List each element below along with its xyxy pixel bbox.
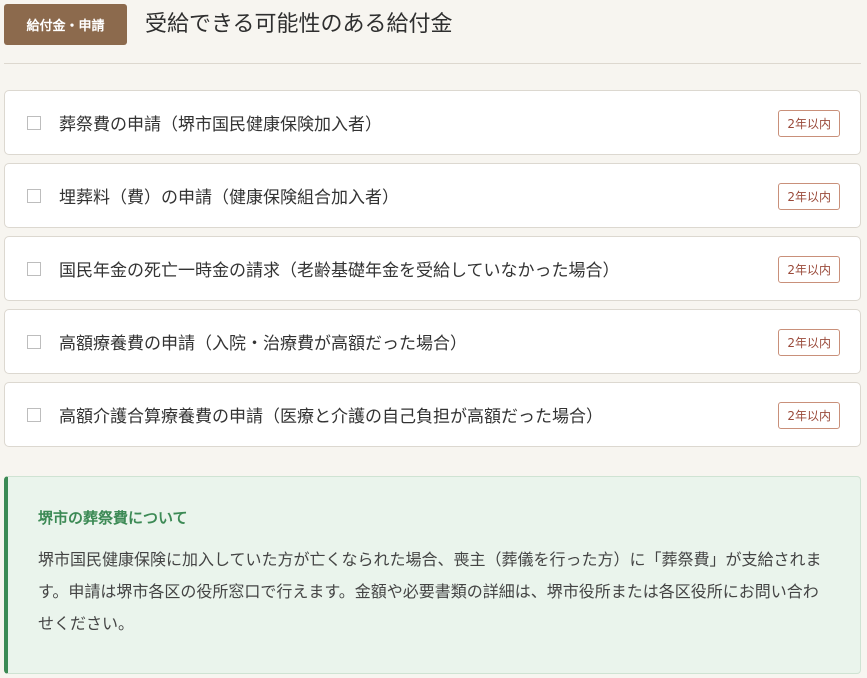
benefit-label: 高額介護合算療養費の申請（医療と介護の自己負担が高額だった場合） xyxy=(59,407,603,427)
section-header: 給付金・申請 受給できる可能性のある給付金 xyxy=(4,4,861,64)
benefit-item-high-cost-medical[interactable]: 高額療養費の申請（入院・治療費が高額だった場合） 2年以内 xyxy=(4,309,861,374)
page-title: 受給できる可能性のある給付金 xyxy=(145,12,453,37)
benefit-label: 国民年金の死亡一時金の請求（老齢基礎年金を受給していなかった場合） xyxy=(59,261,620,281)
benefit-label: 高額療養費の申請（入院・治療費が高額だった場合） xyxy=(59,334,467,354)
info-body: 堺市国民健康保険に加入していた方が亡くなられた場合、喪主（葬儀を行った方）に「葬… xyxy=(38,550,822,633)
info-box: 堺市の葬祭費について 堺市国民健康保険に加入していた方が亡くなられた場合、喪主（… xyxy=(4,476,861,674)
info-title: 堺市の葬祭費について xyxy=(38,509,188,527)
deadline-badge: 2年以内 xyxy=(778,110,840,137)
category-badge: 給付金・申請 xyxy=(4,4,127,45)
benefit-item-death-lump-sum[interactable]: 国民年金の死亡一時金の請求（老齢基礎年金を受給していなかった場合） 2年以内 xyxy=(4,236,861,301)
benefit-label: 葬祭費の申請（堺市国民健康保険加入者） xyxy=(59,115,382,135)
checkbox[interactable] xyxy=(27,334,41,349)
checkbox[interactable] xyxy=(27,188,41,203)
benefit-item-high-cost-combined[interactable]: 高額介護合算療養費の申請（医療と介護の自己負担が高額だった場合） 2年以内 xyxy=(4,382,861,447)
deadline-badge: 2年以内 xyxy=(778,402,840,429)
deadline-badge: 2年以内 xyxy=(778,329,840,356)
deadline-badge: 2年以内 xyxy=(778,256,840,283)
benefit-list: 葬祭費の申請（堺市国民健康保険加入者） 2年以内 埋葬料（費）の申請（健康保険組… xyxy=(4,90,861,455)
checkbox[interactable] xyxy=(27,261,41,276)
benefit-label: 埋葬料（費）の申請（健康保険組合加入者） xyxy=(59,188,399,208)
checkbox[interactable] xyxy=(27,115,41,130)
benefit-item-funeral-expense[interactable]: 葬祭費の申請（堺市国民健康保険加入者） 2年以内 xyxy=(4,90,861,155)
benefit-item-burial-fee[interactable]: 埋葬料（費）の申請（健康保険組合加入者） 2年以内 xyxy=(4,163,861,228)
checkbox[interactable] xyxy=(27,407,41,422)
deadline-badge: 2年以内 xyxy=(778,183,840,210)
